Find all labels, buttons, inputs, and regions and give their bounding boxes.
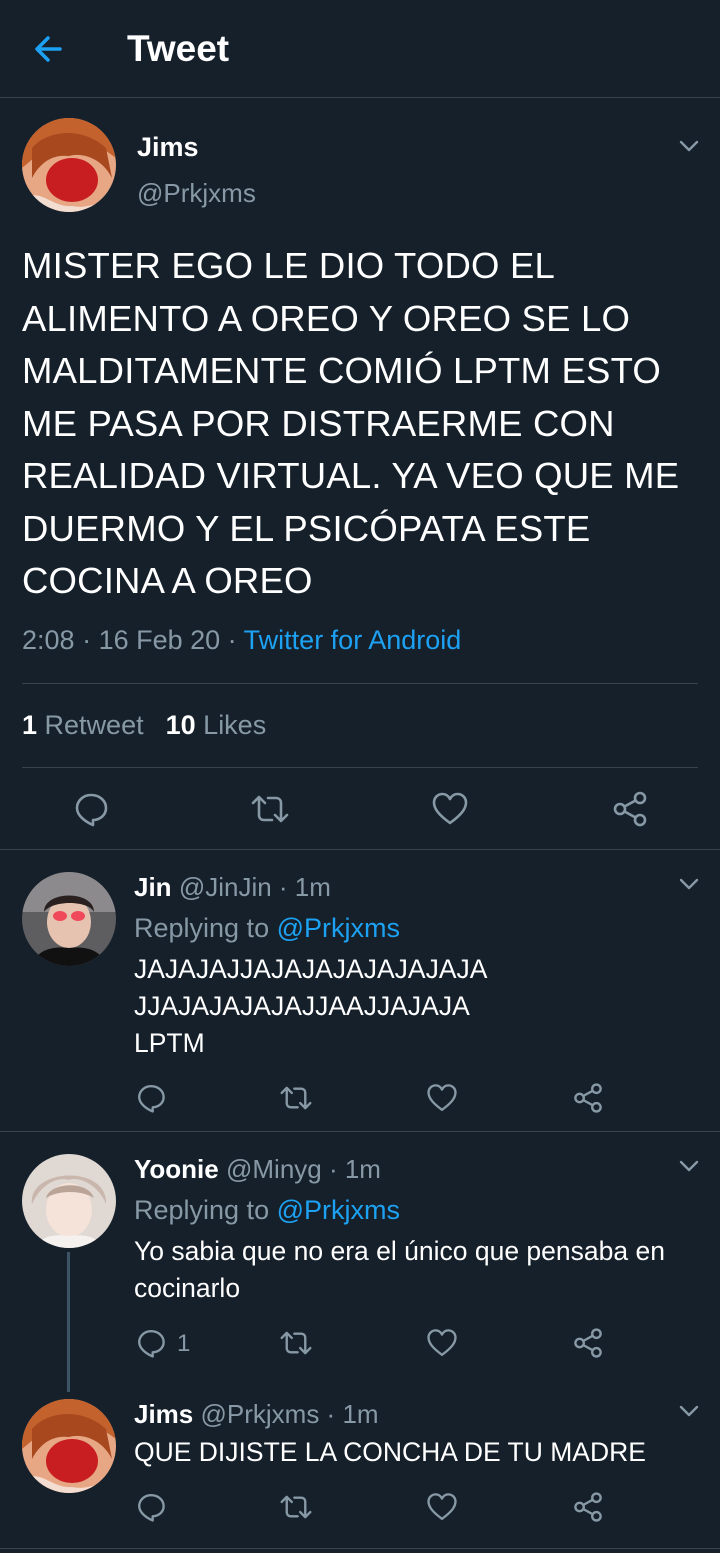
reply-text-line: LPTM xyxy=(134,1028,205,1058)
reply-text: Yo sabia que no era el único que pensaba… xyxy=(134,1233,714,1307)
reply-button[interactable] xyxy=(135,1082,167,1114)
heart-icon xyxy=(427,1329,457,1356)
retweet-button[interactable] xyxy=(279,1327,313,1359)
share-button[interactable] xyxy=(572,1082,604,1114)
chevron-down-icon[interactable] xyxy=(677,1154,701,1178)
replying-to: Replying to @Prkjxms xyxy=(134,913,400,944)
reply-author-handle[interactable]: @JinJin xyxy=(179,872,272,902)
replying-to-label: Replying to xyxy=(134,1195,270,1225)
replying-to-handle[interactable]: @Prkjxms xyxy=(277,913,400,943)
tweet-meta: 2:08 · 16 Feb 20 · Twitter for Android xyxy=(22,625,462,655)
chevron-down-icon[interactable] xyxy=(677,872,701,896)
reply-text-line: Yo sabia que no era el único que pensaba… xyxy=(134,1236,665,1266)
like-button[interactable] xyxy=(426,1082,458,1114)
reply-button[interactable] xyxy=(135,1327,167,1359)
heart-icon xyxy=(427,1084,457,1111)
retweet-icon xyxy=(280,1495,312,1519)
share-button[interactable] xyxy=(572,1491,604,1523)
share-icon xyxy=(613,791,647,827)
heart-icon xyxy=(432,792,468,825)
reply-header: Yoonie @Minyg · 1m xyxy=(134,1154,381,1184)
avatar[interactable] xyxy=(22,118,116,212)
divider xyxy=(0,1548,720,1549)
retweet-count: 1 xyxy=(22,710,38,740)
like-button[interactable] xyxy=(426,1491,458,1523)
share-icon xyxy=(574,1492,602,1522)
comment-icon xyxy=(75,793,108,827)
reply-text-line: JJAJAJAJAJAJJAAJJAJAJA xyxy=(134,991,470,1021)
comment-icon xyxy=(138,1330,165,1358)
reply-tweet[interactable]: Yoonie @Minyg · 1m Replying to @Prkjxms … xyxy=(0,1132,720,1392)
reply-time: 1m xyxy=(344,1154,381,1184)
reply-time: 1m xyxy=(294,872,331,902)
reply-author-name[interactable]: Jims xyxy=(134,1399,193,1429)
heart-icon xyxy=(427,1493,457,1520)
reply-text-line: cocinarlo xyxy=(134,1273,241,1303)
share-button[interactable] xyxy=(572,1327,604,1359)
like-button[interactable] xyxy=(426,1327,458,1359)
retweet-icon xyxy=(280,1086,312,1110)
retweet-label: Retweet xyxy=(44,710,144,740)
retweet-icon xyxy=(251,795,289,823)
reply-author-handle[interactable]: @Prkjxms xyxy=(201,1399,320,1429)
page-title: Tweet xyxy=(127,28,230,69)
avatar[interactable] xyxy=(22,1154,116,1248)
replying-to-label: Replying to xyxy=(134,913,270,943)
reply-author-handle[interactable]: @Minyg xyxy=(226,1154,322,1184)
reply-text: QUE DIJISTE LA CONCHA DE TU MADRE xyxy=(134,1434,714,1471)
like-button[interactable] xyxy=(431,790,469,828)
avatar[interactable] xyxy=(22,872,116,966)
like-label: Likes xyxy=(203,710,267,740)
replying-to-handle[interactable]: @Prkjxms xyxy=(277,1195,400,1225)
like-count: 10 xyxy=(165,710,196,740)
divider xyxy=(22,767,698,768)
avatar[interactable] xyxy=(22,1399,116,1493)
retweet-button[interactable] xyxy=(279,1491,313,1523)
author-name[interactable]: Jims xyxy=(137,132,199,163)
retweets-stat[interactable]: 1 Retweet xyxy=(22,710,144,740)
reply-tweet[interactable]: Jims @Prkjxms · 1m QUE DIJISTE LA CONCHA… xyxy=(0,1382,720,1553)
reply-button[interactable] xyxy=(72,790,110,828)
top-bar: Tweet xyxy=(0,0,720,98)
reply-header: Jin @JinJin · 1m xyxy=(134,872,331,902)
thread-connector xyxy=(67,1252,70,1392)
reply-author-name[interactable]: Yoonie xyxy=(134,1154,219,1184)
reply-author-name[interactable]: Jin xyxy=(134,872,172,902)
retweet-button[interactable] xyxy=(279,1082,313,1114)
chevron-down-icon[interactable] xyxy=(677,1399,701,1423)
share-button[interactable] xyxy=(611,790,649,828)
share-icon xyxy=(574,1083,602,1113)
reply-header: Jims @Prkjxms · 1m xyxy=(134,1399,379,1429)
share-icon xyxy=(574,1328,602,1358)
comment-icon xyxy=(138,1494,165,1522)
reply-button[interactable] xyxy=(135,1491,167,1523)
tweet-source-link[interactable]: Twitter for Android xyxy=(244,625,462,655)
reply-time: 1m xyxy=(342,1399,379,1429)
author-handle[interactable]: @Prkjxms xyxy=(137,178,256,209)
reply-text-line: QUE DIJISTE LA CONCHA DE TU MADRE xyxy=(134,1437,646,1467)
reply-text: JAJAJAJJAJAJAJAJAJAJAJA JJAJAJAJAJAJJAAJ… xyxy=(134,951,709,1062)
tweet-time: 2:08 xyxy=(22,625,75,655)
comment-icon xyxy=(138,1085,165,1113)
likes-stat[interactable]: 10 Likes xyxy=(166,710,267,740)
tweet-text: MISTER EGO LE DIO TODO EL ALIMENTO A ORE… xyxy=(22,245,680,601)
tweet-stats: 1 Retweet 10 Likes xyxy=(22,710,266,741)
divider xyxy=(22,683,698,684)
back-arrow-icon[interactable] xyxy=(30,30,68,68)
chevron-down-icon[interactable] xyxy=(677,134,701,158)
retweet-button[interactable] xyxy=(250,790,290,828)
tweet-date: 16 Feb 20 xyxy=(98,625,221,655)
retweet-icon xyxy=(280,1331,312,1355)
reply-count: 1 xyxy=(177,1330,191,1357)
reply-text-line: JAJAJAJJAJAJAJAJAJAJAJA xyxy=(134,954,488,984)
replying-to: Replying to @Prkjxms xyxy=(134,1195,400,1226)
reply-tweet[interactable]: Jin @JinJin · 1m Replying to @Prkjxms JA… xyxy=(0,850,720,1132)
